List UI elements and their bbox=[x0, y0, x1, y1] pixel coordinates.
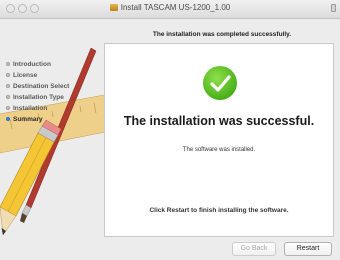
step-dot bbox=[6, 61, 10, 66]
restart-button[interactable]: Restart bbox=[284, 242, 332, 256]
step-label: Installation Type bbox=[13, 94, 64, 101]
success-badge bbox=[203, 66, 237, 100]
step-list: Introduction License Destination Select … bbox=[6, 59, 69, 125]
success-heading: The installation was successful. bbox=[123, 114, 315, 128]
step-introduction: Introduction bbox=[6, 59, 69, 70]
step-destination-select: Destination Select bbox=[6, 81, 69, 92]
step-label: License bbox=[13, 72, 38, 79]
step-dot bbox=[6, 94, 10, 99]
content-panel: The installation was successful. The sof… bbox=[104, 43, 334, 237]
window-title-text: Install TASCAM US-1200_1.00 bbox=[120, 3, 231, 12]
lock-icon[interactable] bbox=[331, 4, 336, 12]
step-label: Introduction bbox=[13, 61, 51, 68]
pencil-illustration bbox=[0, 119, 62, 236]
step-installation-type: Installation Type bbox=[6, 92, 69, 103]
step-label: Summary bbox=[13, 116, 43, 123]
installed-message: The software was installed. bbox=[182, 147, 256, 153]
restart-instruction: Click Restart to finish installing the s… bbox=[149, 207, 289, 214]
window-title: Install TASCAM US-1200_1.00 bbox=[0, 3, 340, 12]
step-dot-active bbox=[6, 116, 10, 121]
step-license: License bbox=[6, 70, 69, 81]
step-label: Destination Select bbox=[13, 83, 70, 90]
installer-window: Install TASCAM US-1200_1.00 The installa… bbox=[0, 0, 340, 260]
package-icon bbox=[109, 4, 118, 11]
title-bar: Install TASCAM US-1200_1.00 bbox=[0, 0, 340, 19]
step-installation: Installation bbox=[6, 103, 69, 114]
step-dot bbox=[6, 72, 10, 77]
step-label: Installation bbox=[13, 105, 48, 112]
step-dot bbox=[6, 105, 10, 110]
checkmark-icon bbox=[210, 75, 231, 92]
completion-message: The installation was completed successfu… bbox=[152, 31, 292, 38]
step-dot bbox=[6, 83, 10, 88]
go-back-button[interactable]: Go Back bbox=[232, 242, 276, 256]
step-sidebar: Introduction License Destination Select … bbox=[0, 45, 104, 260]
step-summary: Summary bbox=[6, 114, 69, 125]
